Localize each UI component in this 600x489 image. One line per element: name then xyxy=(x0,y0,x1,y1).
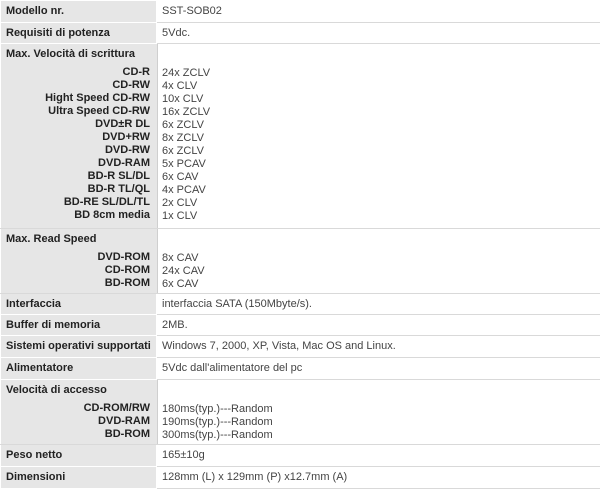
spec-row: Sistemi operativi supportati Windows 7, … xyxy=(0,335,600,358)
read-media-bdrom: BD-ROM xyxy=(104,277,150,289)
write-media-cdrw: CD-RW xyxy=(112,79,150,91)
write-speed-dvdram: 5x PCAV xyxy=(162,158,206,170)
write-speed-us-cdrw: 16x ZCLV xyxy=(162,106,211,118)
read-media-dvdrom: DVD-ROM xyxy=(97,251,150,263)
spec-table: Modello nr. SST-SOB02 Requisiti di poten… xyxy=(0,0,600,489)
write-speed-bdr-sldl: 6x CAV xyxy=(162,171,199,183)
write-speed-dvdmrw: 6x ZCLV xyxy=(162,145,204,157)
spec-label-write-speed: Max. Velocità di scrittura xyxy=(6,48,135,60)
spec-value-interface: interfaccia SATA (150Mbyte/s). xyxy=(156,293,600,315)
write-media-bdre: BD-RE SL/DL/TL xyxy=(63,196,150,208)
spec-row-access-speed: Velocità di accesso CD-ROM/RW DVD-RAM BD… xyxy=(0,379,600,445)
write-media-dvdram: DVD-RAM xyxy=(98,157,150,169)
spec-label-weight: Peso netto xyxy=(0,444,157,467)
write-media-dvdr-dl: DVD±R DL xyxy=(95,118,150,130)
write-speed-dvdprw: 8x ZCLV xyxy=(162,132,204,144)
spec-row-read-speed: Max. Read Speed DVD-ROM CD-ROM BD-ROM 8x… xyxy=(0,228,600,294)
spec-label-supply: Alimentatore xyxy=(0,357,157,380)
access-time-bdrom: 300ms(typ.)---Random xyxy=(162,429,273,441)
write-speed-cdr: 24x ZCLV xyxy=(162,67,211,79)
spec-row: Interfaccia interfaccia SATA (150Mbyte/s… xyxy=(0,293,600,315)
read-speed-bdrom: 6x CAV xyxy=(162,278,199,290)
access-media-bdrom: BD-ROM xyxy=(104,428,150,440)
spec-value-os: Windows 7, 2000, XP, Vista, Mac OS and L… xyxy=(156,335,600,358)
spec-label-model: Modello nr. xyxy=(0,0,157,23)
spec-row-write-speed: Max. Velocità di scrittura CD-R CD-RW Hi… xyxy=(0,43,600,229)
spec-value-supply: 5Vdc dall'alimentatore del pc xyxy=(156,357,600,380)
spec-row: Alimentatore 5Vdc dall'alimentatore del … xyxy=(0,357,600,380)
write-speed-hs-cdrw: 10x CLV xyxy=(162,93,204,105)
write-media-dvdmrw: DVD-RW xyxy=(104,144,150,156)
spec-row: Requisiti di potenza 5Vdc. xyxy=(0,22,600,44)
write-speed-bdre: 2x CLV xyxy=(162,197,198,209)
access-time-dvdram: 190ms(typ.)---Random xyxy=(162,416,273,428)
spec-value-dimensions: 128mm (L) x 129mm (P) x12.7mm (A) xyxy=(156,466,600,489)
spec-label-buffer: Buffer di memoria xyxy=(0,314,157,336)
spec-label-access-speed: Velocità di accesso xyxy=(6,384,107,396)
spec-row: Buffer di memoria 2MB. xyxy=(0,314,600,336)
write-media-dvdprw: DVD+RW xyxy=(102,131,150,143)
access-media-cdrom: CD-ROM/RW xyxy=(83,402,150,414)
spec-label-power: Requisiti di potenza xyxy=(0,22,157,44)
write-speed-bd8: 1x CLV xyxy=(162,210,198,222)
spec-row: Dimensioni 128mm (L) x 129mm (P) x12.7mm… xyxy=(0,466,600,489)
write-media-bdr-tlql: BD-R TL/QL xyxy=(87,183,150,195)
write-speed-dvdr-dl: 6x ZCLV xyxy=(162,119,204,131)
spec-row: Peso netto 165±10g xyxy=(0,444,600,467)
write-speed-cdrw: 4x CLV xyxy=(162,80,198,92)
access-media-dvdram: DVD-RAM xyxy=(98,415,150,427)
write-media-cdr: CD-R xyxy=(122,66,151,78)
write-media-hs-cdrw: Hight Speed CD-RW xyxy=(45,92,150,104)
spec-value-buffer: 2MB. xyxy=(156,314,600,336)
spec-label-interface: Interfaccia xyxy=(0,293,157,315)
read-media-cdrom: CD-ROM xyxy=(104,264,150,276)
spec-label-os: Sistemi operativi supportati xyxy=(0,335,157,358)
access-time-cdrom: 180ms(typ.)---Random xyxy=(162,403,273,415)
spec-value-weight: 165±10g xyxy=(156,444,600,467)
write-speed-bdr-tlql: 4x PCAV xyxy=(162,184,206,196)
spec-label-read-speed: Max. Read Speed xyxy=(6,233,97,245)
spec-row: Modello nr. SST-SOB02 xyxy=(0,0,600,23)
read-speed-cdrom: 24x CAV xyxy=(162,265,205,277)
spec-label-dimensions: Dimensioni xyxy=(0,466,157,489)
spec-value-model: SST-SOB02 xyxy=(156,0,600,23)
write-media-bd8: BD 8cm media xyxy=(74,209,150,221)
write-media-bdr-sldl: BD-R SL/DL xyxy=(87,170,150,182)
read-speed-dvdrom: 8x CAV xyxy=(162,252,199,264)
spec-value-power: 5Vdc. xyxy=(156,22,600,44)
write-media-us-cdrw: Ultra Speed CD-RW xyxy=(48,105,150,117)
